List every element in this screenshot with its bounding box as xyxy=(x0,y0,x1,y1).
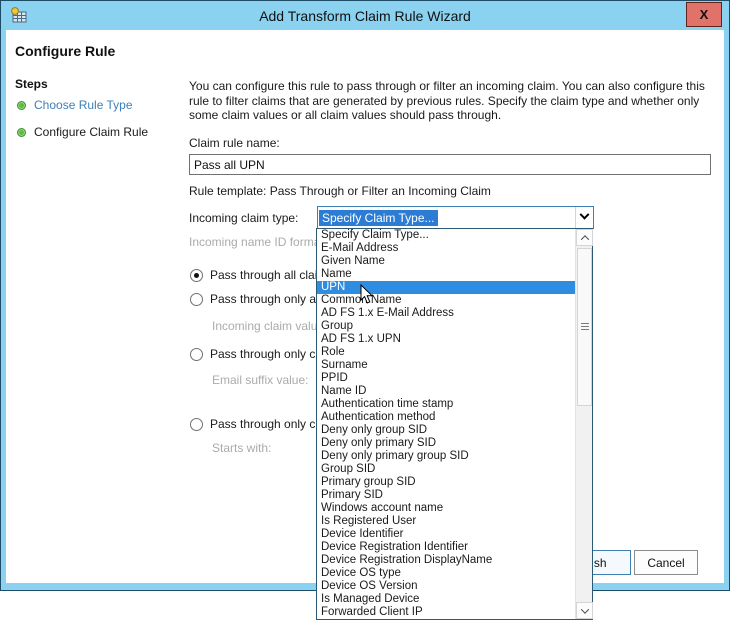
page-title: Configure Rule xyxy=(15,43,115,59)
incoming-claim-type-combobox[interactable]: Specify Claim Type... xyxy=(317,206,594,229)
claim-type-option[interactable]: Deny only primary group SID xyxy=(317,450,575,463)
radio-button-icon xyxy=(190,418,203,431)
steps-heading: Steps xyxy=(15,77,48,91)
claim-type-option[interactable]: Name ID xyxy=(317,385,575,398)
scroll-up-button[interactable] xyxy=(576,229,593,246)
claim-type-option[interactable]: Device OS type xyxy=(317,567,575,580)
claim-type-option[interactable]: Deny only group SID xyxy=(317,424,575,437)
claim-type-option[interactable]: UPN xyxy=(317,281,575,294)
claim-type-option[interactable]: Primary group SID xyxy=(317,476,575,489)
claim-type-option[interactable]: Primary SID xyxy=(317,489,575,502)
radio-button-icon xyxy=(190,269,203,282)
combobox-dropdown-button[interactable] xyxy=(575,207,593,228)
claim-type-option[interactable]: Device Identifier xyxy=(317,528,575,541)
title-bar[interactable]: Add Transform Claim Rule Wizard X xyxy=(1,1,729,30)
claim-type-option[interactable]: Is Managed Device xyxy=(317,593,575,606)
claim-type-listbox: Specify Claim Type...E-Mail AddressGiven… xyxy=(316,228,593,620)
sidebar-item-choose-rule-type[interactable]: Choose Rule Type xyxy=(17,98,133,112)
scrollbar-grip-icon xyxy=(581,323,589,332)
close-button[interactable]: X xyxy=(686,2,722,27)
incoming-claim-value-label: Incoming claim value: xyxy=(212,319,327,333)
claim-type-option[interactable]: Deny only primary SID xyxy=(317,437,575,450)
claim-type-option[interactable]: Role xyxy=(317,346,575,359)
claim-type-option[interactable]: Group SID xyxy=(317,463,575,476)
claim-type-option[interactable]: AD FS 1.x E-Mail Address xyxy=(317,307,575,320)
claim-type-option[interactable]: Device Registration DisplayName xyxy=(317,554,575,567)
chevron-down-icon xyxy=(580,210,590,220)
sidebar-item-configure-claim-rule[interactable]: Configure Claim Rule xyxy=(17,125,148,139)
starts-with-label: Starts with: xyxy=(212,441,271,455)
claim-type-option[interactable]: Common Name xyxy=(317,294,575,307)
incoming-name-id-format-label: Incoming name ID format: xyxy=(189,235,327,249)
claim-type-option[interactable]: Forwarded Client IP xyxy=(317,606,575,619)
combobox-selected-value: Specify Claim Type... xyxy=(319,210,438,226)
email-suffix-value-label: Email suffix value: xyxy=(212,373,309,387)
mouse-cursor xyxy=(360,284,374,305)
claim-type-option[interactable]: Group xyxy=(317,320,575,333)
step-bullet-icon xyxy=(17,128,26,137)
claim-type-option[interactable]: PPID xyxy=(317,372,575,385)
claim-type-option[interactable]: Device OS Version xyxy=(317,580,575,593)
scroll-down-button[interactable] xyxy=(576,602,593,619)
claim-rule-name-label: Claim rule name: xyxy=(189,136,280,150)
claim-type-option[interactable]: Specify Claim Type... xyxy=(317,229,575,242)
step-label: Configure Claim Rule xyxy=(34,125,148,139)
listbox-scrollbar[interactable] xyxy=(575,229,592,619)
chevron-down-icon xyxy=(580,605,588,613)
claim-type-option[interactable]: Authentication time stamp xyxy=(317,398,575,411)
description-text: You can configure this rule to pass thro… xyxy=(189,79,716,123)
step-label: Choose Rule Type xyxy=(34,98,133,112)
claim-type-options: Specify Claim Type...E-Mail AddressGiven… xyxy=(317,229,575,619)
claim-type-option[interactable]: Given Name xyxy=(317,255,575,268)
radio-button-icon xyxy=(190,348,203,361)
step-bullet-icon xyxy=(17,101,26,110)
claim-type-option[interactable]: Is Registered User xyxy=(317,515,575,528)
cancel-button[interactable]: Cancel xyxy=(634,550,698,575)
claim-type-option[interactable]: Surname xyxy=(317,359,575,372)
screen: Add Transform Claim Rule Wizard X Config… xyxy=(0,0,730,625)
window-title: Add Transform Claim Rule Wizard xyxy=(1,8,729,24)
scrollbar-thumb[interactable] xyxy=(577,248,592,406)
claim-type-option[interactable]: Device Registration Identifier xyxy=(317,541,575,554)
claim-type-option[interactable]: AD FS 1.x UPN xyxy=(317,333,575,346)
radio-button-icon xyxy=(190,293,203,306)
rule-template-text: Rule template: Pass Through or Filter an… xyxy=(189,184,491,198)
claim-type-option[interactable]: E-Mail Address xyxy=(317,242,575,255)
incoming-claim-type-label: Incoming claim type: xyxy=(189,211,298,225)
claim-type-option[interactable]: Windows account name xyxy=(317,502,575,515)
claim-rule-name-input[interactable] xyxy=(189,154,711,175)
claim-type-option[interactable]: Authentication method xyxy=(317,411,575,424)
chevron-up-icon xyxy=(580,235,588,243)
claim-type-option[interactable]: Name xyxy=(317,268,575,281)
